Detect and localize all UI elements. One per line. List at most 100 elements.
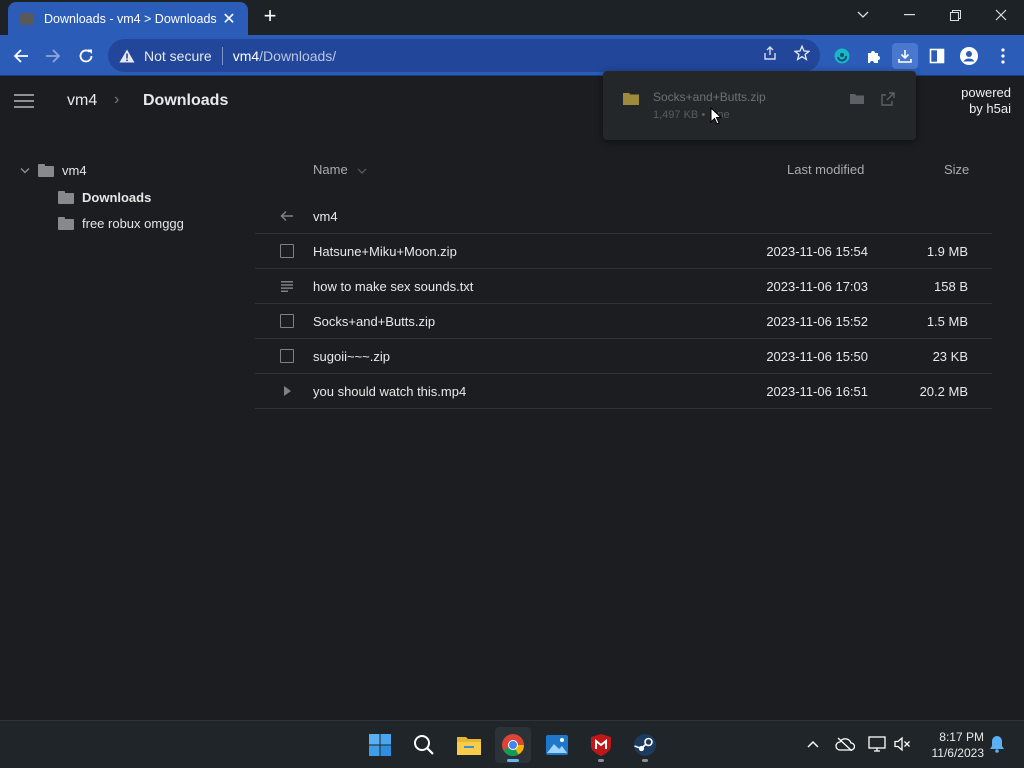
folder-favicon-icon xyxy=(20,12,34,25)
h5ai-page: vm4 › Downloads powered by h5ai vm4 Down… xyxy=(0,77,1024,720)
restore-icon[interactable] xyxy=(932,0,978,30)
tree-item-free-robux[interactable]: free robux omggg xyxy=(58,216,184,231)
file-size: 23 KB xyxy=(932,348,968,364)
tab-title: Downloads - vm4 > Downloads xyxy=(44,11,217,26)
running-app-indicator xyxy=(642,759,648,762)
file-icon xyxy=(280,244,294,258)
extension-swirl-icon[interactable] xyxy=(829,43,855,69)
browser-tab[interactable]: Downloads - vm4 > Downloads ✕ xyxy=(8,2,248,35)
bookmark-star-icon[interactable] xyxy=(792,43,812,63)
url-host: vm4 xyxy=(232,47,260,64)
tree-root-label: vm4 xyxy=(62,163,87,178)
show-in-folder-icon[interactable] xyxy=(849,91,865,107)
forward-arrow-icon[interactable] xyxy=(40,43,66,69)
file-name: sugoii~~~.zip xyxy=(313,348,390,364)
column-header-size[interactable]: Size xyxy=(944,162,969,177)
column-header-modified[interactable]: Last modified xyxy=(787,162,864,177)
warning-triangle-icon[interactable] xyxy=(118,47,136,65)
open-external-icon[interactable] xyxy=(880,91,896,107)
share-icon[interactable] xyxy=(760,43,780,63)
powered-by-h5ai[interactable]: powered by h5ai xyxy=(961,85,1011,117)
column-header-name[interactable]: Name xyxy=(313,162,367,177)
taskbar-clock[interactable]: 8:17 PM 11/6/2023 xyxy=(918,729,985,761)
file-name: you should watch this.mp4 xyxy=(313,383,467,399)
file-date: 2023-11-06 15:50 xyxy=(766,348,868,364)
file-size: 158 B xyxy=(934,278,968,294)
new-tab-button[interactable]: + xyxy=(258,5,282,29)
extensions-puzzle-icon[interactable] xyxy=(861,43,887,69)
downloads-icon[interactable] xyxy=(892,43,918,69)
file-date: 2023-11-06 17:03 xyxy=(766,278,868,294)
browser-toolbar: Not secure vm4/Downloads/ xyxy=(0,35,1024,76)
folder-icon xyxy=(38,164,54,177)
video-file-icon xyxy=(284,386,291,396)
breadcrumb-downloads[interactable]: Downloads xyxy=(143,92,228,110)
column-name-label: Name xyxy=(313,162,348,177)
parent-folder-label: vm4 xyxy=(313,208,338,224)
chrome-icon[interactable] xyxy=(495,727,531,763)
table-row[interactable]: Socks+and+Butts.zip 2023-11-06 15:52 1.5… xyxy=(255,304,992,339)
folder-icon xyxy=(623,93,639,105)
folder-icon xyxy=(58,217,74,230)
parent-folder-row[interactable]: vm4 xyxy=(255,199,992,234)
sidebar-toggle-icon[interactable] xyxy=(14,94,34,108)
powered-line-1: powered xyxy=(961,85,1011,100)
url-path: /Downloads/ xyxy=(259,47,337,64)
show-hidden-icons-chevron-icon[interactable] xyxy=(802,733,824,755)
file-size: 1.9 MB xyxy=(926,243,968,259)
breadcrumb-vm4[interactable]: vm4 xyxy=(67,92,97,110)
download-bubble[interactable]: Socks+and+Butts.zip 1,497 KB • ne xyxy=(603,71,916,140)
address-bar[interactable]: Not secure vm4/Downloads/ xyxy=(108,39,820,72)
table-row[interactable]: how to make sex sounds.txt 2023-11-06 17… xyxy=(255,269,992,304)
search-icon[interactable] xyxy=(406,727,442,763)
file-date: 2023-11-06 15:54 xyxy=(766,243,868,259)
active-app-indicator xyxy=(507,759,519,762)
file-name: Hatsune+Miku+Moon.zip xyxy=(313,243,457,259)
minimize-icon[interactable] xyxy=(886,0,932,30)
profile-avatar-icon[interactable] xyxy=(956,43,982,69)
back-arrow-icon[interactable] xyxy=(8,43,34,69)
file-name: how to make sex sounds.txt xyxy=(313,278,474,294)
file-size: 1.5 MB xyxy=(926,313,968,329)
security-status-label[interactable]: Not secure xyxy=(144,48,212,64)
address-divider xyxy=(221,46,223,65)
menu-kebab-icon[interactable] xyxy=(990,43,1016,69)
side-panel-icon[interactable] xyxy=(924,43,950,69)
steam-icon[interactable] xyxy=(627,727,663,763)
volume-muted-icon[interactable] xyxy=(891,733,913,755)
tab-search-chevron-icon[interactable] xyxy=(840,0,886,30)
tree-item-downloads[interactable]: Downloads xyxy=(58,190,151,205)
download-filename[interactable]: Socks+and+Butts.zip xyxy=(653,90,766,104)
network-icon[interactable] xyxy=(866,733,888,755)
photos-app-icon[interactable] xyxy=(539,727,575,763)
powered-line-2: by h5ai xyxy=(969,101,1011,116)
notification-bell-icon[interactable] xyxy=(986,733,1008,755)
file-icon xyxy=(280,349,294,363)
clock-time: 8:17 PM xyxy=(939,730,984,744)
windows-start-icon[interactable] xyxy=(362,727,398,763)
close-window-icon[interactable] xyxy=(978,0,1024,30)
table-row[interactable]: Hatsune+Miku+Moon.zip 2023-11-06 15:54 1… xyxy=(255,234,992,269)
file-icon xyxy=(280,314,294,328)
download-size: 1,497 KB • xyxy=(653,109,706,121)
table-row[interactable]: you should watch this.mp4 2023-11-06 16:… xyxy=(255,374,992,409)
tab-close-icon[interactable]: ✕ xyxy=(220,9,238,29)
tree-root-vm4[interactable]: vm4 xyxy=(20,163,87,178)
back-arrow-icon xyxy=(280,210,293,222)
clock-date: 11/6/2023 xyxy=(931,746,985,760)
tree-expand-chevron-icon[interactable] xyxy=(20,167,30,175)
file-date: 2023-11-06 16:51 xyxy=(766,383,868,399)
table-row[interactable]: sugoii~~~.zip 2023-11-06 15:50 23 KB xyxy=(255,339,992,374)
windows-taskbar: 8:17 PM 11/6/2023 xyxy=(0,720,1024,768)
mouse-cursor-icon xyxy=(710,107,722,125)
text-file-icon xyxy=(281,281,293,292)
breadcrumb-chevron-icon: › xyxy=(114,91,120,108)
file-size: 20.2 MB xyxy=(919,383,968,399)
running-app-indicator xyxy=(598,759,604,762)
onedrive-offline-icon[interactable] xyxy=(834,733,856,755)
reload-icon[interactable] xyxy=(73,43,99,69)
mcafee-icon[interactable] xyxy=(583,727,619,763)
tree-item-label: Downloads xyxy=(82,190,152,205)
file-explorer-icon[interactable] xyxy=(451,727,487,763)
tree-item-label: free robux omggg xyxy=(82,216,184,231)
